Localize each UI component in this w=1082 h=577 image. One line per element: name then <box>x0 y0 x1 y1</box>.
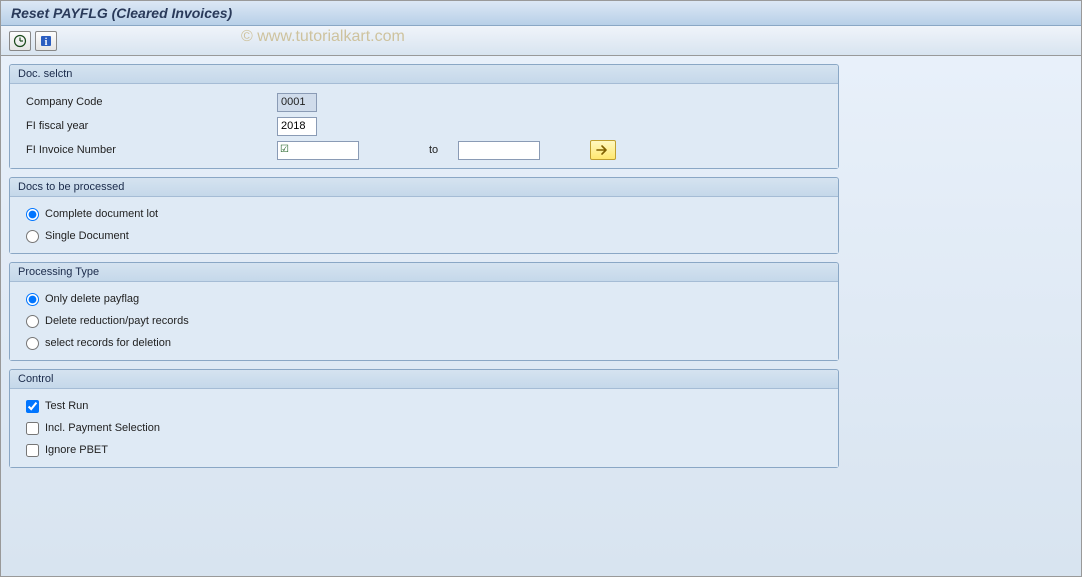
radio-single-doc[interactable] <box>26 230 39 243</box>
groupbox-content-control: Test Run Incl. Payment Selection Ignore … <box>10 389 838 467</box>
radio-label-select-records: select records for deletion <box>45 337 171 349</box>
watermark: © www.tutorialkart.com <box>241 28 405 46</box>
radio-label-complete-lot: Complete document lot <box>45 208 158 220</box>
radio-label-only-delete: Only delete payflag <box>45 293 139 305</box>
check-row-incl-payment[interactable]: Incl. Payment Selection <box>22 417 826 439</box>
radio-row-complete-lot[interactable]: Complete document lot <box>22 203 826 225</box>
page-title: Reset PAYFLG (Cleared Invoices) <box>11 5 1071 21</box>
checkbox-incl-payment[interactable] <box>26 422 39 435</box>
field-row-invoice-number: FI Invoice Number ☑ to <box>22 138 826 162</box>
titlebar: Reset PAYFLG (Cleared Invoices) <box>1 1 1081 26</box>
info-icon: i <box>39 34 53 48</box>
groupbox-title-processing-type: Processing Type <box>10 263 838 282</box>
input-invoice-number-to[interactable] <box>458 141 540 160</box>
arrow-right-icon <box>596 144 610 156</box>
label-company-code: Company Code <box>22 96 277 108</box>
field-row-company-code: Company Code <box>22 90 826 114</box>
check-label-ignore-pbet: Ignore PBET <box>45 444 108 456</box>
svg-text:i: i <box>45 37 48 48</box>
groupbox-title-docs-processed: Docs to be processed <box>10 178 838 197</box>
groupbox-title-control: Control <box>10 370 838 389</box>
groupbox-control: Control Test Run Incl. Payment Selection… <box>9 369 839 468</box>
check-label-test-run: Test Run <box>45 400 88 412</box>
toolbar: i © www.tutorialkart.com <box>1 26 1081 56</box>
groupbox-docs-processed: Docs to be processed Complete document l… <box>9 177 839 254</box>
radio-row-select-records[interactable]: select records for deletion <box>22 332 826 354</box>
label-to: to <box>429 144 438 156</box>
window-container: Reset PAYFLG (Cleared Invoices) i © www.… <box>0 0 1082 577</box>
label-fiscal-year: FI fiscal year <box>22 120 277 132</box>
groupbox-content-doc-selctn: Company Code FI fiscal year FI Invoice N… <box>10 84 838 168</box>
radio-row-only-delete[interactable]: Only delete payflag <box>22 288 826 310</box>
input-company-code[interactable] <box>277 93 317 112</box>
radio-only-delete[interactable] <box>26 293 39 306</box>
groupbox-processing-type: Processing Type Only delete payflag Dele… <box>9 262 839 361</box>
clock-execute-icon <box>13 34 27 48</box>
multi-select-button[interactable] <box>590 140 616 160</box>
check-label-incl-payment: Incl. Payment Selection <box>45 422 160 434</box>
groupbox-content-docs-processed: Complete document lot Single Document <box>10 197 838 253</box>
content-area: Doc. selctn Company Code FI fiscal year … <box>1 56 1081 576</box>
radio-select-records[interactable] <box>26 337 39 350</box>
radio-label-single-doc: Single Document <box>45 230 129 242</box>
checkbox-ignore-pbet[interactable] <box>26 444 39 457</box>
label-invoice-number: FI Invoice Number <box>22 144 277 156</box>
checkbox-test-run[interactable] <box>26 400 39 413</box>
input-invoice-number-from[interactable] <box>277 141 359 160</box>
radio-row-single-doc[interactable]: Single Document <box>22 225 826 247</box>
radio-delete-reduction[interactable] <box>26 315 39 328</box>
field-row-fiscal-year: FI fiscal year <box>22 114 826 138</box>
radio-complete-lot[interactable] <box>26 208 39 221</box>
radio-row-delete-reduction[interactable]: Delete reduction/payt records <box>22 310 826 332</box>
check-row-ignore-pbet[interactable]: Ignore PBET <box>22 439 826 461</box>
groupbox-doc-selctn: Doc. selctn Company Code FI fiscal year … <box>9 64 839 169</box>
execute-button[interactable] <box>9 31 31 51</box>
radio-label-delete-reduction: Delete reduction/payt records <box>45 315 189 327</box>
info-button[interactable]: i <box>35 31 57 51</box>
input-fiscal-year[interactable] <box>277 117 317 136</box>
groupbox-title-doc-selctn: Doc. selctn <box>10 65 838 84</box>
groupbox-content-processing-type: Only delete payflag Delete reduction/pay… <box>10 282 838 360</box>
check-row-test-run[interactable]: Test Run <box>22 395 826 417</box>
